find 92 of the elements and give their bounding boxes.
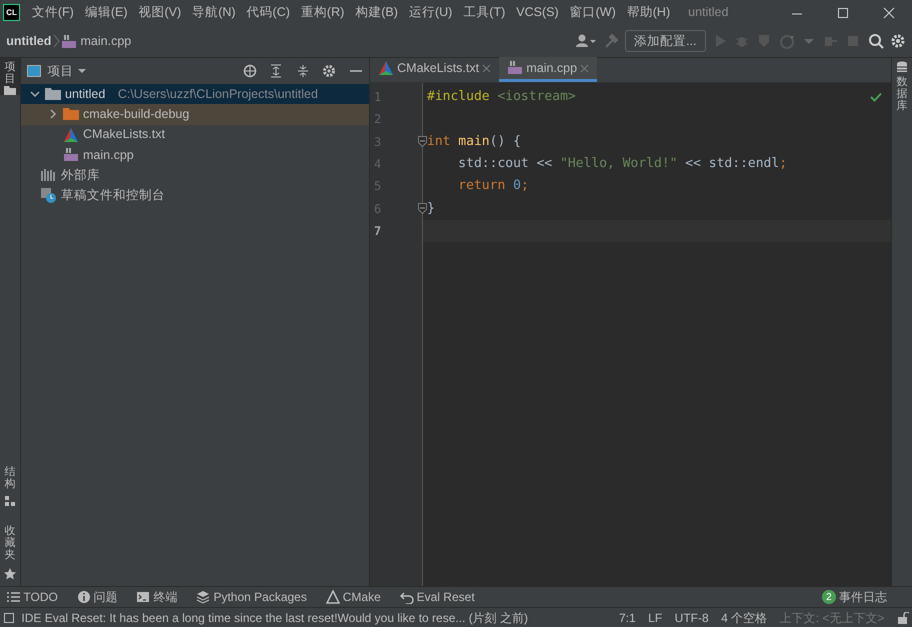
code-line: std::cout << "Hello, World!" << std::endl; (457, 155, 788, 174)
breadcrumb-item[interactable]: untitled (6, 32, 52, 50)
star-icon (4, 568, 16, 580)
triangle-icon (378, 60, 394, 76)
breadcrumb-item[interactable]: main.cpp (80, 32, 132, 50)
tree-row[interactable]: main.cpp (21, 144, 369, 166)
tree-row[interactable]: 外部库 (21, 165, 369, 186)
event-log-button[interactable]: 2 事件日志 (822, 588, 887, 606)
library-icon (41, 167, 57, 184)
list-icon (6, 590, 20, 604)
menu-item[interactable]: 视图(V) (133, 3, 187, 22)
editor-tab[interactable]: CMakeLists.txt (370, 57, 500, 82)
chevron-icon (51, 33, 62, 49)
event-log-label: 事件日志 (839, 589, 887, 606)
menu-item[interactable]: 工具(T) (458, 3, 511, 22)
app-logo: CL (3, 4, 20, 21)
tree-row[interactable]: untitled C:\Users\uzzf\CLionProjects\untitled (21, 84, 369, 104)
search-icon[interactable] (868, 33, 884, 49)
tool-window-button[interactable]: Python Packages (196, 588, 307, 606)
check-icon (870, 92, 882, 102)
scratch-icon (41, 188, 57, 204)
tree-row[interactable]: cmake-build-debug (21, 104, 369, 125)
side-tab[interactable]: 收藏夹 (4, 525, 16, 562)
code-line: #include <iostream> (427, 88, 576, 106)
folder-icon (45, 86, 61, 102)
expand-all-icon[interactable] (269, 64, 284, 78)
lock-icon[interactable] (896, 612, 909, 624)
target-icon[interactable] (242, 64, 257, 78)
menu-item[interactable]: 窗口(W) (564, 3, 622, 22)
folder-icon (4, 85, 16, 96)
settings-icon[interactable] (890, 33, 906, 49)
tree-label: 草稿文件和控制台 (61, 187, 165, 204)
square-icon[interactable] (3, 612, 16, 624)
layers-icon (196, 590, 210, 604)
tool-window-button[interactable]: TODO (6, 588, 58, 606)
triangle-icon (326, 590, 340, 604)
code-line: int main() { (427, 132, 521, 151)
window-title: untitled (688, 4, 728, 22)
cpp-file-icon (507, 60, 524, 76)
status-item[interactable]: UTF-8 (674, 608, 709, 626)
menu-item[interactable]: 运行(U) (403, 3, 458, 22)
line-number: 7 (373, 222, 382, 240)
editor-tab[interactable]: main.cpp (499, 57, 598, 82)
menu-item[interactable]: 文件(F) (26, 3, 80, 22)
caret-icon[interactable] (76, 66, 87, 76)
menu-item[interactable]: 导航(N) (186, 3, 242, 22)
tree-label: untitled (65, 86, 106, 103)
side-tab[interactable]: 结构 (4, 466, 16, 490)
cpp-file-icon (61, 34, 78, 48)
code-line: } (427, 200, 435, 218)
tree-label: cmake-build-debug (83, 106, 190, 124)
status-message[interactable]: IDE Eval Reset: It has been a long time since the last reset!Would you like to rese... (片刻 之前) (21, 608, 528, 626)
tool-window-button[interactable]: 终端 (136, 588, 178, 606)
database-icon (896, 61, 908, 74)
menu-item[interactable]: 编辑(E) (79, 3, 134, 22)
user-icon[interactable] (574, 33, 597, 49)
structure-icon (5, 496, 15, 506)
cpp-file-icon (63, 147, 79, 164)
menu-item[interactable]: 代码(C) (241, 3, 296, 22)
triangle-icon (63, 126, 79, 143)
panel-icon (27, 65, 42, 77)
menu-item[interactable]: VCS(S) (510, 3, 564, 22)
menu-item[interactable]: 帮助(H) (621, 3, 676, 22)
settings-icon[interactable] (322, 64, 336, 78)
panel-title[interactable]: 项目 (48, 62, 74, 80)
tree-row[interactable]: 草稿文件和控制台 (21, 185, 369, 206)
menu-item[interactable]: 构建(B) (350, 3, 404, 22)
tool-window-button[interactable]: Eval Reset (400, 588, 475, 606)
config-button[interactable]: 添加配置... (625, 30, 706, 52)
status-item[interactable]: 4 个空格 (721, 608, 768, 626)
info-icon (76, 590, 91, 604)
tab-label: main.cpp (526, 60, 578, 77)
menu-item[interactable]: 重构(R) (295, 3, 350, 22)
fold-icon[interactable] (418, 203, 427, 214)
folder-icon (63, 106, 79, 122)
collapse-all-icon[interactable] (296, 64, 310, 78)
path-text: C:\Users\uzzf\CLionProjects\untitled (118, 86, 318, 103)
tool-window-button[interactable]: 问题 (76, 588, 118, 606)
status-item[interactable]: LF (648, 608, 662, 626)
terminal-icon (136, 590, 150, 604)
tool-window-button[interactable]: CMake (326, 588, 381, 606)
tree-label: CMakeLists.txt (83, 126, 165, 144)
undo-icon (400, 590, 414, 604)
side-tab[interactable]: 数据库 (896, 76, 908, 113)
tab-label: CMakeLists.txt (397, 60, 480, 77)
code-line: return 0; (457, 177, 529, 196)
tree-label: main.cpp (83, 146, 134, 164)
status-item[interactable]: 7:1 (618, 608, 636, 626)
fold-icon[interactable] (418, 136, 427, 148)
tree-label: 外部库 (61, 166, 100, 184)
count-badge: 2 (822, 590, 836, 604)
tree-row[interactable]: CMakeLists.txt (21, 124, 369, 145)
